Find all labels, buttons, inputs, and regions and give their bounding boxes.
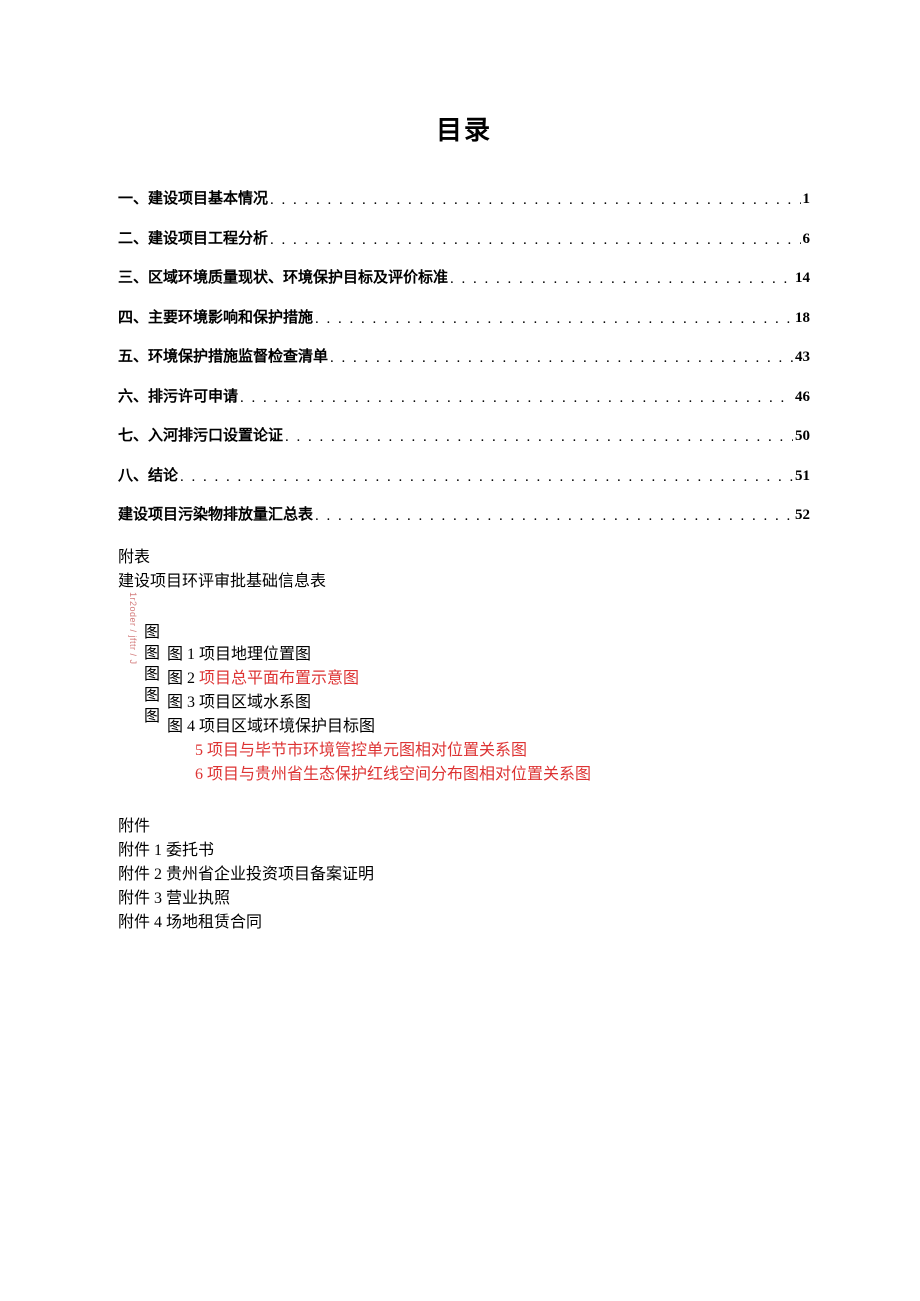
futu-text: 项目与贵州省生态保护红线空间分布图相对位置关系图: [207, 766, 591, 783]
toc-leader: [240, 390, 793, 407]
toc-leader: [285, 429, 793, 446]
toc-entry: 七、入河排污口设置论证 50: [118, 424, 810, 445]
futu-char: 图: [144, 664, 160, 685]
toc-page-num: 46: [795, 389, 810, 406]
toc-page-num: 50: [795, 428, 810, 445]
toc-page-num: 43: [795, 349, 810, 366]
futu-char: 图: [144, 685, 160, 706]
futu-char: 图: [144, 706, 160, 727]
fujian-item: 附件 4 场地租赁合同: [118, 911, 810, 935]
fubiao-item: 建设项目环评审批基础信息表: [118, 570, 810, 594]
fujian-section: 附件 附件 1 委托书 附件 2 贵州省企业投资项目备案证明 附件 3 营业执照…: [118, 815, 810, 935]
toc-entry: 三、区域环境质量现状、环境保护目标及评价标准 14: [118, 266, 810, 287]
futu-text: 项目区域环境保护目标图: [199, 718, 375, 735]
futu-item: 图 3 项目区域水系图: [167, 691, 810, 715]
toc-entry: 六、排污许可申请 46: [118, 385, 810, 406]
fubiao-heading: 附表: [118, 546, 810, 570]
futu-prefix: 图 2: [167, 670, 199, 687]
futu-item: 5 项目与毕节市环境管控单元图相对位置关系图: [167, 739, 810, 763]
fujian-item: 附件 1 委托书: [118, 839, 810, 863]
futu-prefix: 6: [195, 766, 207, 783]
futu-prefix: 图 3: [167, 694, 199, 711]
table-of-contents: 一、建设项目基本情况 1 二、建设项目工程分析 6 三、区域环境质量现状、环境保…: [118, 187, 810, 524]
toc-label: 建设项目污染物排放量汇总表: [118, 503, 313, 524]
futu-text: 项目与毕节市环境管控单元图相对位置关系图: [207, 742, 527, 759]
toc-entry: 建设项目污染物排放量汇总表 52: [118, 503, 810, 524]
futu-text: 项目总平面布置示意图: [199, 670, 359, 687]
toc-label: 六、排污许可申请: [118, 385, 238, 406]
toc-label: 三、区域环境质量现状、环境保护目标及评价标准: [118, 266, 448, 287]
fujian-heading: 附件: [118, 815, 810, 839]
toc-leader: [315, 311, 793, 328]
futu-section: 图 图 图 图 图 图 1 项目地理位置图 图 2 项目总平面布置示意图 图 3…: [118, 622, 810, 787]
futu-item: 图 2 项目总平面布置示意图: [167, 667, 810, 691]
futu-text: 项目区域水系图: [199, 694, 311, 711]
toc-page-num: 14: [795, 270, 810, 287]
futu-char: 图: [144, 622, 160, 643]
toc-leader: [450, 271, 793, 288]
futu-prefix: 图 1: [167, 646, 199, 663]
futu-char: 图: [144, 643, 160, 664]
watermark-text: 1r2oder / jfttr / J: [128, 592, 138, 665]
toc-label: 七、入河排污口设置论证: [118, 424, 283, 445]
futu-prefix: 5: [195, 742, 207, 759]
toc-leader: [330, 350, 793, 367]
toc-label: 八、结论: [118, 464, 178, 485]
fujian-item: 附件 2 贵州省企业投资项目备案证明: [118, 863, 810, 887]
futu-text: 项目地理位置图: [199, 646, 311, 663]
toc-label: 四、主要环境影响和保护措施: [118, 306, 313, 327]
toc-entry: 五、环境保护措施监督检查清单 43: [118, 345, 810, 366]
toc-entry: 二、建设项目工程分析 6: [118, 227, 810, 248]
toc-page-num: 1: [803, 191, 811, 208]
toc-leader: [315, 508, 793, 525]
futu-item: 6 项目与贵州省生态保护红线空间分布图相对位置关系图: [167, 763, 810, 787]
toc-label: 五、环境保护措施监督检查清单: [118, 345, 328, 366]
fubiao-section: 附表 建设项目环评审批基础信息表: [118, 546, 810, 594]
toc-label: 一、建设项目基本情况: [118, 187, 268, 208]
futu-list: 图 1 项目地理位置图 图 2 项目总平面布置示意图 图 3 项目区域水系图 图…: [144, 622, 810, 787]
document-page: 目录 一、建设项目基本情况 1 二、建设项目工程分析 6 三、区域环境质量现状、…: [0, 0, 920, 935]
toc-leader: [270, 192, 800, 209]
toc-entry: 四、主要环境影响和保护措施 18: [118, 306, 810, 327]
toc-leader: [270, 232, 800, 249]
toc-label: 二、建设项目工程分析: [118, 227, 268, 248]
futu-vertical-label: 图 图 图 图 图: [144, 622, 160, 727]
futu-item: 图 4 项目区域环境保护目标图: [167, 715, 810, 739]
fujian-item: 附件 3 营业执照: [118, 887, 810, 911]
toc-page-num: 51: [795, 468, 810, 485]
toc-page-num: 18: [795, 310, 810, 327]
toc-entry: 一、建设项目基本情况 1: [118, 187, 810, 208]
toc-leader: [180, 469, 793, 486]
toc-entry: 八、结论 51: [118, 464, 810, 485]
futu-item: 图 1 项目地理位置图: [167, 643, 810, 667]
toc-page-num: 6: [803, 231, 811, 248]
toc-page-num: 52: [795, 507, 810, 524]
page-title: 目录: [118, 110, 810, 147]
futu-prefix: 图 4: [167, 718, 199, 735]
